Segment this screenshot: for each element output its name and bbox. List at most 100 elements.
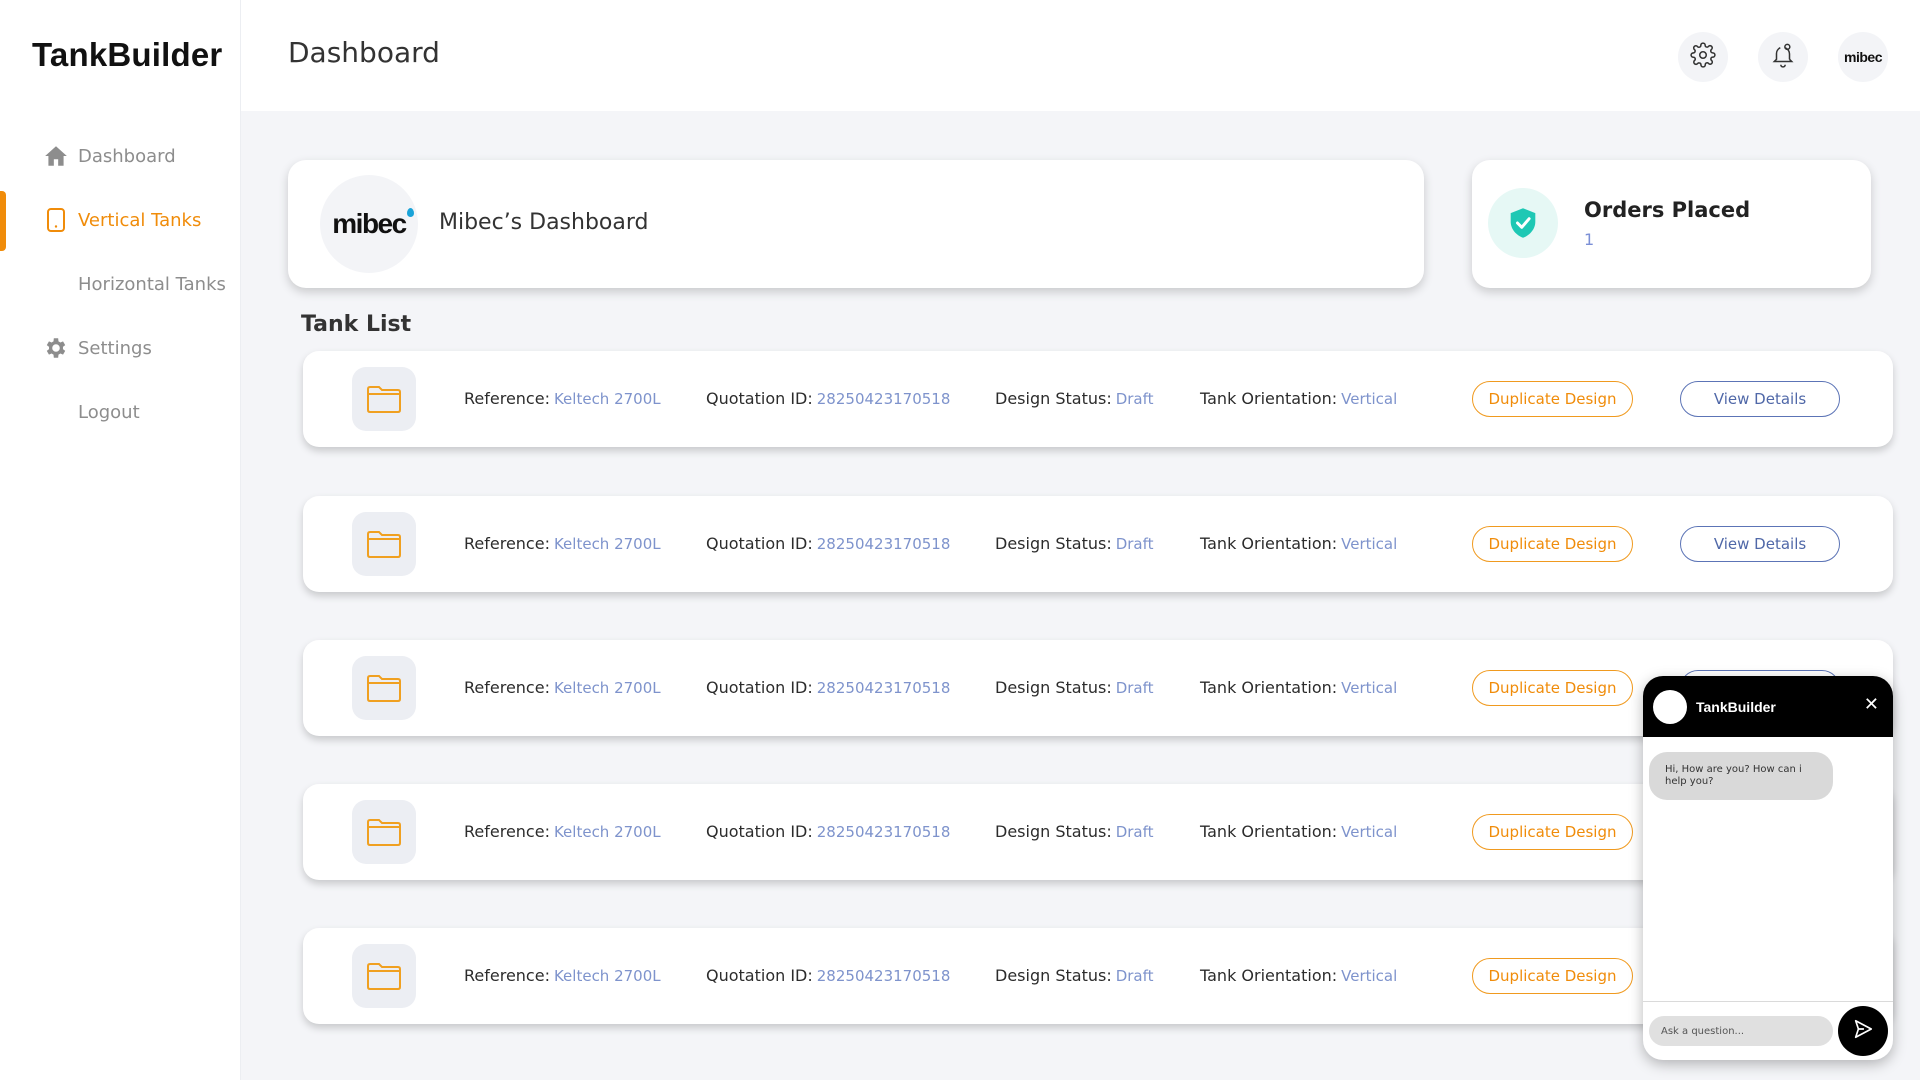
reference-value: Keltech 2700L: [553, 390, 661, 408]
sidebar-item-label: Dashboard: [78, 145, 176, 167]
sidebar-item-label: Horizontal Tanks: [78, 273, 226, 295]
notifications-button[interactable]: [1758, 32, 1808, 82]
orientation-value: Vertical: [1341, 967, 1398, 985]
design-status-label: Design Status:: [995, 389, 1112, 408]
chat-message-bubble: Hi, How are you? How can i help you?: [1649, 752, 1833, 800]
settings-button[interactable]: [1678, 32, 1728, 82]
chat-input[interactable]: [1649, 1016, 1833, 1046]
design-status-field: Design Status: Draft: [995, 678, 1154, 697]
duplicate-design-button[interactable]: Duplicate Design: [1472, 381, 1633, 417]
reference-field: Reference: Keltech 2700L: [464, 678, 661, 697]
top-bar: Dashboard mibec: [241, 0, 1920, 111]
home-icon: [42, 142, 70, 170]
brand-logo: TankBuilder: [32, 36, 223, 73]
duplicate-design-button[interactable]: Duplicate Design: [1472, 670, 1633, 706]
sidebar-item-logout[interactable]: Logout: [0, 380, 241, 444]
view-details-button[interactable]: View Details: [1680, 381, 1840, 417]
quotation-label: Quotation ID:: [706, 389, 813, 408]
design-status-value: Draft: [1115, 823, 1154, 841]
quotation-value: 28250423170518: [816, 679, 951, 697]
shield-check-icon: [1488, 188, 1558, 258]
sidebar-nav: Dashboard Vertical Tanks Horizontal Tank…: [0, 124, 241, 444]
quotation-value: 28250423170518: [816, 823, 951, 841]
folder-icon: [352, 512, 416, 576]
reference-value: Keltech 2700L: [553, 535, 661, 553]
user-avatar[interactable]: mibec: [1838, 32, 1888, 82]
orientation-value: Vertical: [1341, 679, 1398, 697]
view-details-button[interactable]: View Details: [1680, 526, 1840, 562]
gear-icon: [42, 334, 70, 362]
company-logo: mibec: [320, 175, 418, 273]
reference-label: Reference:: [464, 822, 550, 841]
tablet-icon: [42, 206, 70, 234]
sidebar-item-label: Vertical Tanks: [78, 209, 202, 231]
sidebar-item-horizontal-tanks[interactable]: Horizontal Tanks: [0, 252, 241, 316]
quotation-value: 28250423170518: [816, 535, 951, 553]
chat-header: TankBuilder ✕: [1643, 676, 1893, 737]
reference-field: Reference: Keltech 2700L: [464, 822, 661, 841]
orientation-value: Vertical: [1341, 823, 1398, 841]
folder-icon: [352, 944, 416, 1008]
orientation-field: Tank Orientation: Vertical: [1200, 389, 1397, 408]
sidebar-item-label: Settings: [78, 337, 152, 359]
duplicate-design-button[interactable]: Duplicate Design: [1472, 814, 1633, 850]
orientation-field: Tank Orientation: Vertical: [1200, 534, 1397, 553]
orientation-label: Tank Orientation:: [1200, 389, 1338, 408]
company-dashboard-card: mibec Mibec’s Dashboard: [288, 160, 1424, 288]
design-status-field: Design Status: Draft: [995, 534, 1154, 553]
quotation-field: Quotation ID: 28250423170518: [706, 389, 950, 408]
folder-icon: [352, 800, 416, 864]
reference-field: Reference: Keltech 2700L: [464, 389, 661, 408]
orders-placed-count: 1: [1584, 230, 1595, 249]
orientation-field: Tank Orientation: Vertical: [1200, 678, 1397, 697]
chat-title: TankBuilder: [1696, 698, 1776, 715]
design-status-label: Design Status:: [995, 678, 1112, 697]
close-icon[interactable]: ✕: [1864, 695, 1879, 715]
design-status-value: Draft: [1115, 679, 1154, 697]
orders-placed-card: Orders Placed 1: [1472, 160, 1871, 288]
design-status-value: Draft: [1115, 535, 1154, 553]
send-icon: [1852, 1018, 1874, 1044]
design-status-label: Design Status:: [995, 534, 1112, 553]
orientation-label: Tank Orientation:: [1200, 534, 1338, 553]
chat-avatar: [1653, 689, 1687, 724]
orientation-value: Vertical: [1341, 535, 1398, 553]
send-button[interactable]: [1838, 1006, 1888, 1056]
design-status-field: Design Status: Draft: [995, 389, 1154, 408]
design-status-label: Design Status:: [995, 966, 1112, 985]
page-title: Dashboard: [288, 36, 440, 69]
reference-label: Reference:: [464, 389, 550, 408]
reference-field: Reference: Keltech 2700L: [464, 534, 661, 553]
duplicate-design-button[interactable]: Duplicate Design: [1472, 958, 1633, 994]
folder-icon: [352, 656, 416, 720]
reference-value: Keltech 2700L: [553, 823, 661, 841]
design-status-field: Design Status: Draft: [995, 822, 1154, 841]
chat-widget: TankBuilder ✕ Hi, How are you? How can i…: [1643, 676, 1893, 1060]
design-status-label: Design Status:: [995, 822, 1112, 841]
tank-list-title: Tank List: [301, 312, 412, 337]
avatar-logo-text: mibec: [1844, 49, 1882, 65]
reference-field: Reference: Keltech 2700L: [464, 966, 661, 985]
sidebar-item-label: Logout: [78, 401, 140, 423]
bell-icon: [1770, 42, 1796, 72]
reference-value: Keltech 2700L: [553, 679, 661, 697]
orientation-label: Tank Orientation:: [1200, 678, 1338, 697]
quotation-label: Quotation ID:: [706, 678, 813, 697]
reference-value: Keltech 2700L: [553, 967, 661, 985]
quotation-value: 28250423170518: [816, 967, 951, 985]
design-status-value: Draft: [1115, 390, 1154, 408]
orders-placed-title: Orders Placed: [1584, 198, 1751, 222]
company-logo-text: mibec: [332, 208, 414, 240]
water-drop-icon: [406, 208, 414, 217]
quotation-field: Quotation ID: 28250423170518: [706, 966, 950, 985]
chat-divider: [1643, 1001, 1893, 1002]
tank-row: Reference: Keltech 2700L Quotation ID: 282…: [303, 496, 1893, 592]
duplicate-design-button[interactable]: Duplicate Design: [1472, 526, 1633, 562]
quotation-label: Quotation ID:: [706, 966, 813, 985]
orientation-label: Tank Orientation:: [1200, 822, 1338, 841]
sidebar-item-vertical-tanks[interactable]: Vertical Tanks: [0, 188, 241, 252]
sidebar-item-settings[interactable]: Settings: [0, 316, 241, 380]
company-dashboard-title: Mibec’s Dashboard: [439, 210, 649, 235]
reference-label: Reference:: [464, 966, 550, 985]
sidebar-item-dashboard[interactable]: Dashboard: [0, 124, 241, 188]
